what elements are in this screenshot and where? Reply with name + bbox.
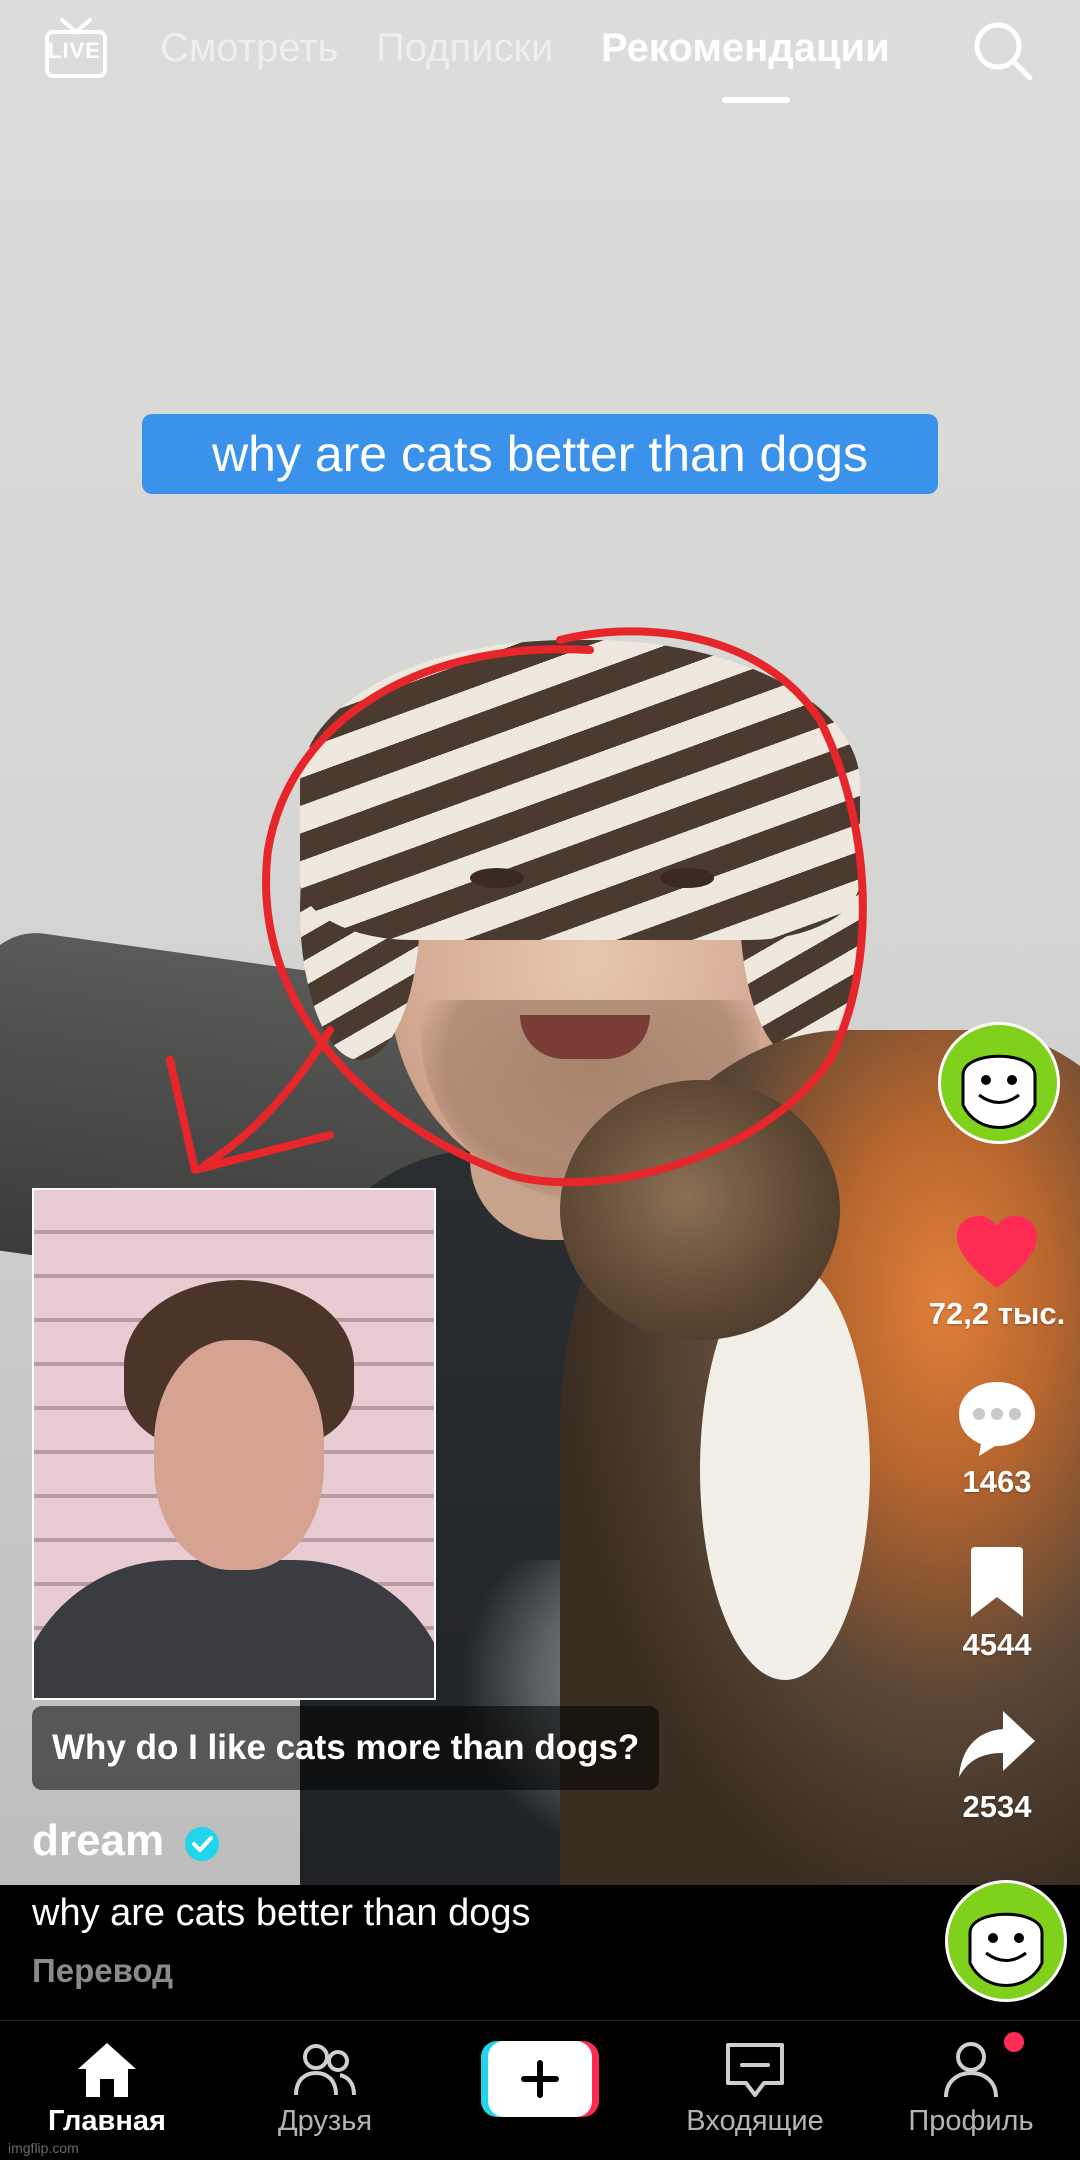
friends-icon (294, 2044, 356, 2096)
translate-link[interactable]: Перевод (32, 1952, 173, 1990)
bookmark-icon (971, 1547, 1023, 1617)
bookmark-button[interactable]: 4544 (922, 1545, 1072, 1663)
profile-notification-dot (1004, 2032, 1024, 2052)
video-player[interactable]: LIVE Смотреть Подписки Рекомендации why … (0, 0, 1080, 1885)
like-count: 72,2 тыс. (928, 1296, 1066, 1331)
bottom-navigation: Главная Друзья Входящие Профиль (0, 2020, 1080, 2160)
question-sticker[interactable]: Why do I like cats more than dogs? (32, 1706, 660, 1790)
nav-inbox-label: Входящие (686, 2105, 824, 2137)
mugshot-shirt (34, 1560, 434, 1698)
nav-profile-label: Профиль (908, 2105, 1034, 2137)
watermark: imgflip.com (8, 2140, 79, 2156)
nav-home[interactable]: Главная (12, 2039, 202, 2138)
tab-watch[interactable]: Смотреть (160, 26, 338, 71)
dream-mask-icon (968, 1912, 1044, 1987)
plus-icon (481, 2041, 599, 2117)
comment-button[interactable]: 1463 (922, 1378, 1072, 1500)
profile-icon (944, 2042, 998, 2098)
nav-profile[interactable]: Профиль (876, 2039, 1066, 2138)
dream-mask-icon (961, 1054, 1037, 1129)
mugshot-inset-image (32, 1188, 436, 1700)
tab-for-you[interactable]: Рекомендации (601, 26, 890, 71)
home-icon (78, 2043, 136, 2097)
sound-disc-avatar[interactable] (945, 1880, 1067, 2002)
live-label: LIVE (48, 38, 101, 63)
like-button[interactable]: 72,2 тыс. (922, 1214, 1072, 1332)
tab-following[interactable]: Подписки (376, 26, 553, 71)
comment-count: 1463 (962, 1464, 1032, 1499)
verified-badge-icon (185, 1827, 219, 1861)
nav-friends[interactable]: Друзья (230, 2039, 420, 2138)
heart-icon (957, 1216, 1037, 1288)
nav-friends-label: Друзья (277, 2105, 373, 2137)
inbox-icon (726, 2043, 784, 2097)
create-button[interactable] (481, 2041, 599, 2117)
search-icon[interactable] (968, 16, 1038, 86)
nav-home-label: Главная (48, 2105, 166, 2137)
share-count: 2534 (962, 1789, 1032, 1824)
share-button[interactable]: 2534 (922, 1707, 1072, 1825)
nav-inbox[interactable]: Входящие (660, 2039, 850, 2138)
share-arrow-icon (959, 1711, 1035, 1777)
creator-avatar[interactable] (938, 1022, 1060, 1144)
author-username[interactable]: dream (32, 1816, 164, 1866)
mugshot-face (154, 1340, 324, 1570)
video-text-overlay: why are cats better than dogs (142, 414, 938, 494)
active-tab-indicator (722, 97, 790, 103)
comment-icon (959, 1382, 1035, 1456)
bookmark-count: 4544 (962, 1627, 1032, 1662)
video-description[interactable]: why are cats better than dogs (32, 1892, 531, 1935)
